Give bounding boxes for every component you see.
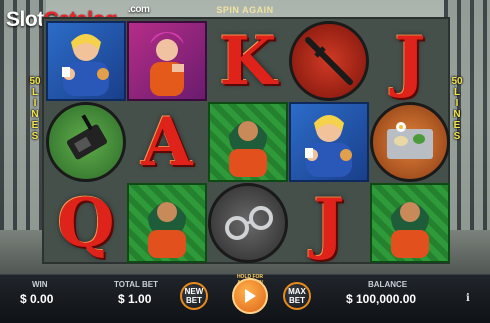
symbol-food-tray: [370, 102, 450, 182]
symbol-baton: [289, 21, 369, 101]
symbol-punk-woman: [127, 21, 207, 101]
new-bet-button[interactable]: NEW BET: [180, 282, 208, 310]
symbol-j: J: [289, 183, 369, 263]
info-icon[interactable]: i: [466, 293, 470, 304]
win-value: $ 0.00: [20, 292, 54, 306]
symbol-radio: [46, 102, 126, 182]
symbol-inmate-woman: [208, 102, 288, 182]
food-tray-icon: [387, 122, 433, 159]
symbol-guard-woman: [46, 21, 126, 101]
symbol-a: A: [127, 102, 207, 182]
inmate-woman-icon: [148, 202, 186, 258]
radio-icon: [67, 114, 107, 160]
total-bet-value: $ 1.00: [118, 292, 152, 306]
letter-j: J: [313, 184, 345, 262]
balance-value: $ 100,000.00: [346, 292, 417, 306]
guard-woman-icon: [305, 115, 352, 177]
symbol-j: J: [370, 21, 450, 101]
symbol-inmate-woman: [370, 183, 450, 263]
letter-j: J: [394, 22, 426, 100]
play-icon: [245, 289, 256, 303]
win-label: WIN: [32, 280, 48, 289]
letter-k: K: [219, 22, 277, 100]
lines-indicator-left: 50 L I N E S: [29, 76, 41, 142]
spin-again-banner: SPIN AGAIN: [216, 5, 274, 15]
inmate-woman-icon: [391, 202, 429, 258]
letter-q: Q: [57, 184, 115, 262]
symbol-handcuffs: [208, 183, 288, 263]
spin-button[interactable]: [232, 278, 268, 314]
reels-area: Q A K J J: [42, 17, 450, 264]
inmate-woman-icon: [229, 121, 267, 177]
symbol-inmate-woman: [127, 183, 207, 263]
max-bet-button[interactable]: MAX BET: [283, 282, 311, 310]
baton-icon: [305, 37, 353, 85]
guard-woman-icon: [62, 34, 109, 96]
punk-woman-icon: [150, 32, 184, 96]
letter-a: A: [141, 103, 193, 181]
handcuffs-icon: [225, 206, 273, 240]
symbol-k: K: [208, 21, 288, 101]
lines-indicator-right: 50 L I N E S: [451, 76, 463, 142]
symbol-guard-woman: [289, 102, 369, 182]
symbol-q: Q: [46, 183, 126, 263]
balance-label: BALANCE: [368, 280, 408, 289]
total-bet-label: TOTAL BET: [114, 280, 158, 289]
